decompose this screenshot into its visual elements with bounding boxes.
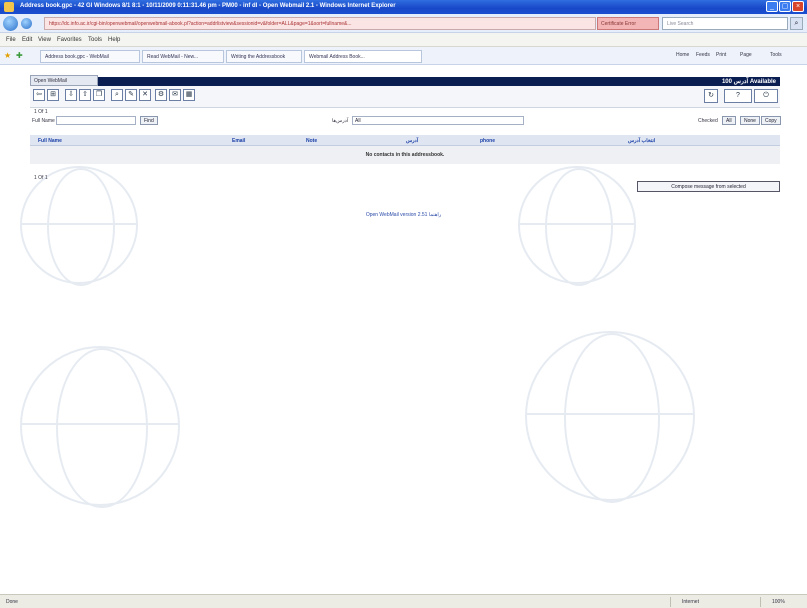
window-title: Address book.gpc - 42 Gl Windows 8/1 8:1… — [20, 3, 396, 9]
fullname-filter-label: Full Name — [32, 118, 55, 124]
help-icon[interactable]: ? — [724, 89, 752, 103]
column-note[interactable]: Note — [306, 138, 317, 144]
search-input[interactable]: Live Search — [662, 17, 788, 30]
url-input[interactable]: https://dc.info.ac.ir/cgi-bin/openwebmai… — [44, 17, 596, 30]
menu-favorites[interactable]: Favorites — [57, 37, 82, 43]
feeds-command[interactable]: Feeds — [696, 52, 710, 58]
tab-writing[interactable]: Writing the Addressbook — [226, 50, 302, 63]
new-folder-icon[interactable]: ⊞ — [47, 89, 59, 101]
select-none-button[interactable]: None — [740, 116, 760, 125]
column-address[interactable]: آدرس — [406, 138, 418, 144]
address-bar-row: https://dc.info.ac.ir/cgi-bin/openwebmai… — [0, 14, 807, 33]
export-icon[interactable]: ⇧ — [79, 89, 91, 101]
copy-button[interactable]: Copy — [761, 116, 781, 125]
folder-select-value: All — [355, 118, 361, 124]
config-icon[interactable]: ⚙ — [155, 89, 167, 101]
table-header-row: Full Name Email Note آدرس phone انتخاب آ… — [30, 135, 780, 146]
security-zone[interactable]: Internet — [682, 599, 699, 605]
tab-read-webmail[interactable]: Read WebMail - New... — [142, 50, 224, 63]
search-go-icon[interactable]: ⌕ — [790, 17, 803, 30]
page-command[interactable]: Page — [740, 52, 752, 58]
ie-app-icon — [4, 2, 14, 12]
pager-bottom[interactable]: 1 Of 1 — [34, 175, 48, 181]
select-all-button[interactable]: All — [722, 116, 736, 125]
compose-selected-button[interactable]: Compose message from selected — [637, 181, 780, 192]
help-link[interactable]: راهنما — [429, 212, 441, 218]
print-command[interactable]: Print — [716, 52, 726, 58]
background-globe — [20, 166, 138, 286]
column-fullname[interactable]: Full Name — [38, 138, 62, 144]
column-email[interactable]: Email — [232, 138, 245, 144]
background-globe — [525, 331, 695, 503]
status-text: Done — [6, 599, 18, 605]
calendar-icon[interactable]: ▦ — [183, 89, 195, 101]
column-select[interactable]: انتخاب آدرس — [628, 138, 655, 144]
background-globe — [20, 346, 180, 508]
close-window-button[interactable]: × — [792, 1, 804, 12]
search-placeholder: Live Search — [667, 21, 694, 27]
maximize-button[interactable]: ▢ — [779, 1, 791, 12]
folder-select[interactable]: All — [352, 116, 524, 125]
delete-icon[interactable]: ✕ — [139, 89, 151, 101]
forward-button[interactable] — [21, 18, 32, 29]
available-count: 100 آدرس Available — [721, 79, 776, 85]
column-phone[interactable]: phone — [480, 138, 495, 144]
app-toolbar: ⇦ ⊞ ⇩ ⇧ ❐ ⌕ ✎ ✕ ⚙ ✉ ▦ ↻ ? ⏻ — [30, 86, 780, 108]
search-icon[interactable]: ⌕ — [111, 89, 123, 101]
fullname-filter-input[interactable] — [56, 116, 136, 125]
window-titlebar: Address book.gpc - 42 Gl Windows 8/1 8:1… — [0, 0, 807, 14]
app-header-bar: Open WebMail 100 آدرس Available — [30, 75, 780, 86]
menu-file[interactable]: File — [6, 37, 16, 43]
folder-label: آدرس‌ها — [332, 118, 349, 124]
status-divider — [760, 597, 761, 607]
mail-icon[interactable]: ✉ — [169, 89, 181, 101]
version-link[interactable]: Open WebMail version 2.51 — [366, 212, 428, 218]
menu-view[interactable]: View — [38, 37, 51, 43]
find-button[interactable]: Find — [140, 116, 158, 125]
copy-icon[interactable]: ❐ — [93, 89, 105, 101]
back-button[interactable] — [3, 16, 18, 31]
filter-row: Full Name Find آدرس‌ها All Checked All N… — [30, 116, 781, 126]
import-icon[interactable]: ⇩ — [65, 89, 77, 101]
menu-bar: File Edit View Favorites Tools Help — [0, 33, 807, 47]
url-text: https://dc.info.ac.ir/cgi-bin/openwebmai… — [49, 21, 352, 27]
add-favorite-icon[interactable]: ✚ — [16, 51, 23, 60]
back-icon[interactable]: ⇦ — [33, 89, 45, 101]
page-content: Open WebMail 100 آدرس Available ⇦ ⊞ ⇩ ⇧ … — [0, 66, 807, 594]
zoom-level[interactable]: 100% — [772, 599, 785, 605]
refresh-icon[interactable]: ↻ — [704, 89, 718, 103]
logout-icon[interactable]: ⏻ — [754, 89, 778, 103]
tab-webmail-address-book[interactable]: Webmail Address Book... — [304, 50, 422, 63]
addressbook-table: Full Name Email Note آدرس phone انتخاب آ… — [30, 135, 780, 164]
tools-command[interactable]: Tools — [770, 52, 782, 58]
favorites-star-icon[interactable]: ★ — [4, 51, 11, 60]
pager-top[interactable]: 1 Of 1 — [34, 109, 48, 115]
status-bar: Done Internet 100% — [0, 594, 807, 608]
background-globe — [518, 166, 636, 286]
edit-icon[interactable]: ✎ — [125, 89, 137, 101]
checked-label: Checked — [698, 118, 718, 124]
menu-tools[interactable]: Tools — [88, 37, 102, 43]
minimize-button[interactable]: _ — [766, 1, 778, 12]
menu-help[interactable]: Help — [108, 37, 120, 43]
tab-address-book[interactable]: Address book.gpc - WebMail — [40, 50, 140, 63]
certificate-error-button[interactable]: Certificate Error — [597, 17, 659, 30]
empty-message: No contacts in this addressbook. — [30, 146, 780, 164]
tabs-bar: ★ ✚ Address book.gpc - WebMail Read WebM… — [0, 47, 807, 65]
menu-edit[interactable]: Edit — [22, 37, 32, 43]
app-tab[interactable]: Open WebMail — [30, 75, 98, 86]
home-command[interactable]: Home — [676, 52, 689, 58]
status-divider — [670, 597, 671, 607]
footer-version: Open WebMail version 2.51 راهنما — [0, 212, 807, 218]
